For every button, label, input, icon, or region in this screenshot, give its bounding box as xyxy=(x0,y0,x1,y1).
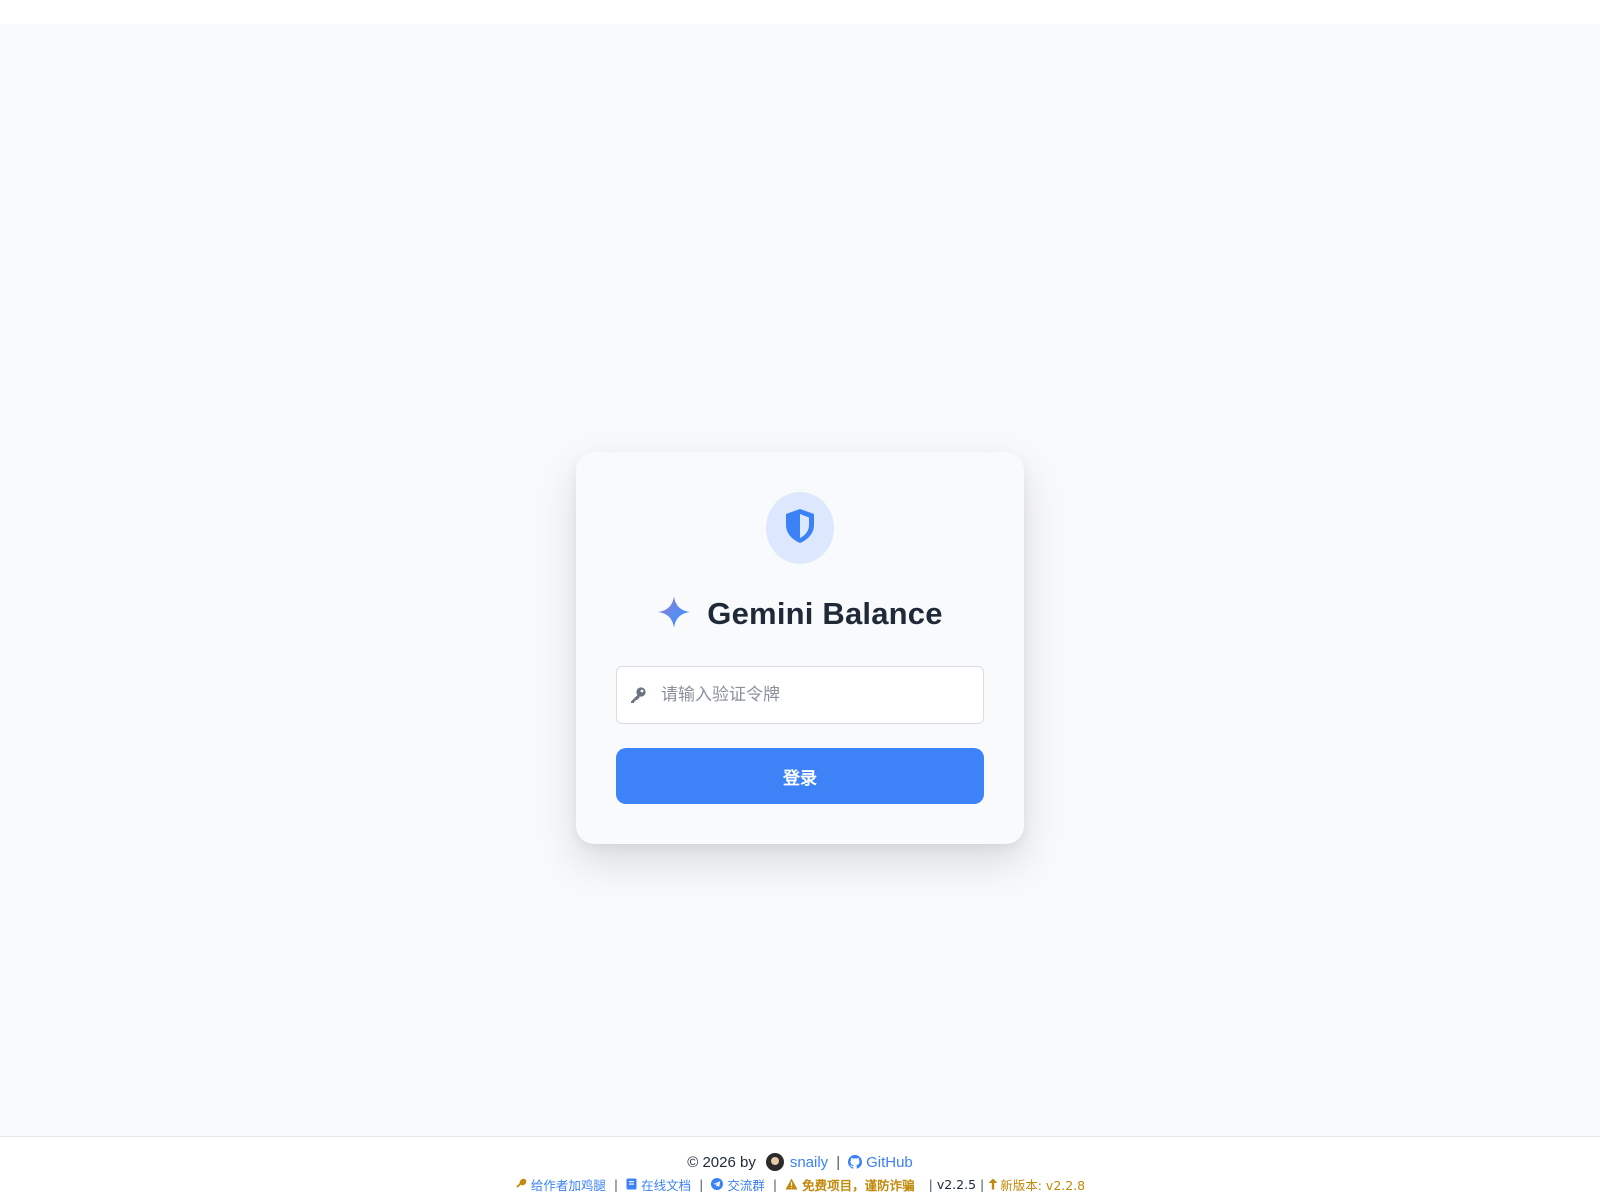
arrow-up-icon xyxy=(988,1178,998,1190)
github-icon xyxy=(848,1155,863,1169)
warning-icon xyxy=(785,1178,798,1190)
new-version-link[interactable]: 新版本: v2.2.8 xyxy=(988,1175,1085,1194)
footer-line-1: © 2026 by snaily | GitHub xyxy=(0,1151,1600,1173)
author-avatar xyxy=(765,1153,784,1171)
token-field[interactable] xyxy=(616,666,984,724)
github-link[interactable]: GitHub xyxy=(848,1154,913,1171)
docs-label: 在线文档 xyxy=(641,1177,692,1193)
sponsor-link[interactable]: 给作者加鸡腿 xyxy=(515,1175,606,1194)
main-area: Gemini Balance 登录 xyxy=(0,24,1600,1136)
login-card: Gemini Balance 登录 xyxy=(576,452,1024,844)
divider: | xyxy=(928,1176,933,1192)
key-icon xyxy=(629,686,647,704)
divider: | xyxy=(613,1176,619,1192)
copyright-text: © 2026 by xyxy=(687,1153,756,1171)
login-button[interactable]: 登录 xyxy=(616,748,984,804)
group-label: 交流群 xyxy=(727,1177,765,1193)
divider: | xyxy=(980,1176,985,1192)
sponsor-label: 给作者加鸡腿 xyxy=(530,1177,606,1193)
warning-label: 免费项目，谨防诈骗 xyxy=(802,1177,915,1193)
sparkle-icon xyxy=(657,595,691,634)
title-row: Gemini Balance xyxy=(576,592,1024,636)
scam-warning: 免费项目，谨防诈骗 xyxy=(785,1175,915,1194)
github-label: GitHub xyxy=(866,1153,913,1171)
shield-badge xyxy=(766,492,834,564)
docs-link[interactable]: 在线文档 xyxy=(626,1175,691,1194)
token-input[interactable] xyxy=(659,674,963,716)
top-bar xyxy=(0,0,1600,24)
divider: | xyxy=(699,1176,704,1192)
new-version-label: 新版本: v2.2.8 xyxy=(1000,1177,1086,1193)
divider: | xyxy=(836,1153,841,1171)
app-title: Gemini Balance xyxy=(707,596,943,631)
footer-line-2: 给作者加鸡腿 | 在线文档 | 交流群 | 免费项目，谨防诈骗 | v2.2.5… xyxy=(0,1175,1600,1193)
group-link[interactable]: 交流群 xyxy=(711,1175,765,1194)
book-icon xyxy=(626,1178,637,1190)
version-text: v2.2.5 xyxy=(936,1176,977,1192)
drumstick-icon xyxy=(515,1178,527,1190)
author-link[interactable]: snaily xyxy=(790,1154,828,1171)
telegram-icon xyxy=(711,1178,724,1190)
divider: | xyxy=(772,1176,778,1192)
footer: © 2026 by snaily | GitHub 给作者加鸡腿 | 在线文档 … xyxy=(0,1136,1600,1200)
shield-icon xyxy=(783,508,817,549)
